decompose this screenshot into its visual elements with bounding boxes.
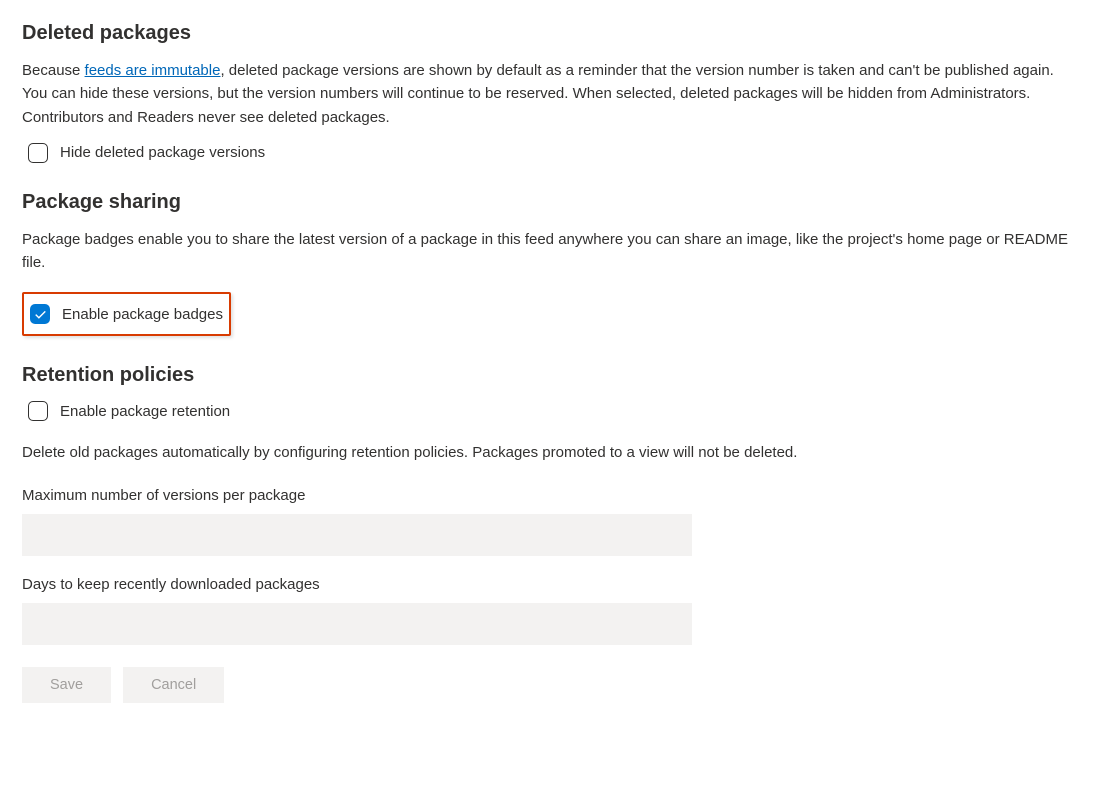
- enable-retention-checkbox[interactable]: [28, 401, 48, 421]
- feeds-immutable-link[interactable]: feeds are immutable: [85, 62, 221, 79]
- enable-badges-checkbox[interactable]: [30, 304, 50, 324]
- hide-deleted-checkbox-row: Hide deleted package versions: [28, 143, 1073, 163]
- days-keep-input[interactable]: [22, 603, 692, 645]
- enable-retention-label[interactable]: Enable package retention: [60, 403, 230, 420]
- max-versions-label: Maximum number of versions per package: [22, 487, 1073, 504]
- retention-description: Delete old packages automatically by con…: [22, 441, 1073, 464]
- max-versions-input[interactable]: [22, 514, 692, 556]
- enable-retention-checkbox-row: Enable package retention: [28, 401, 1073, 421]
- hide-deleted-label[interactable]: Hide deleted package versions: [60, 144, 265, 161]
- deleted-packages-description: Because feeds are immutable, deleted pac…: [22, 59, 1073, 129]
- save-button[interactable]: Save: [22, 667, 111, 703]
- retention-policies-heading: Retention policies: [22, 364, 1073, 387]
- package-sharing-section: Package sharing Package badges enable yo…: [22, 191, 1073, 337]
- max-versions-field: Maximum number of versions per package: [22, 487, 1073, 556]
- checkmark-icon: [34, 308, 47, 321]
- hide-deleted-checkbox[interactable]: [28, 143, 48, 163]
- desc-text-before: Because: [22, 62, 85, 79]
- cancel-button[interactable]: Cancel: [123, 667, 224, 703]
- action-buttons: Save Cancel: [22, 667, 1073, 703]
- enable-badges-label[interactable]: Enable package badges: [62, 306, 223, 323]
- package-sharing-description: Package badges enable you to share the l…: [22, 228, 1073, 275]
- enable-badges-highlight: Enable package badges: [22, 292, 231, 336]
- deleted-packages-section: Deleted packages Because feeds are immut…: [22, 22, 1073, 163]
- package-sharing-heading: Package sharing: [22, 191, 1073, 214]
- days-keep-label: Days to keep recently downloaded package…: [22, 576, 1073, 593]
- retention-policies-section: Retention policies Enable package retent…: [22, 364, 1073, 702]
- days-keep-field: Days to keep recently downloaded package…: [22, 576, 1073, 645]
- deleted-packages-heading: Deleted packages: [22, 22, 1073, 45]
